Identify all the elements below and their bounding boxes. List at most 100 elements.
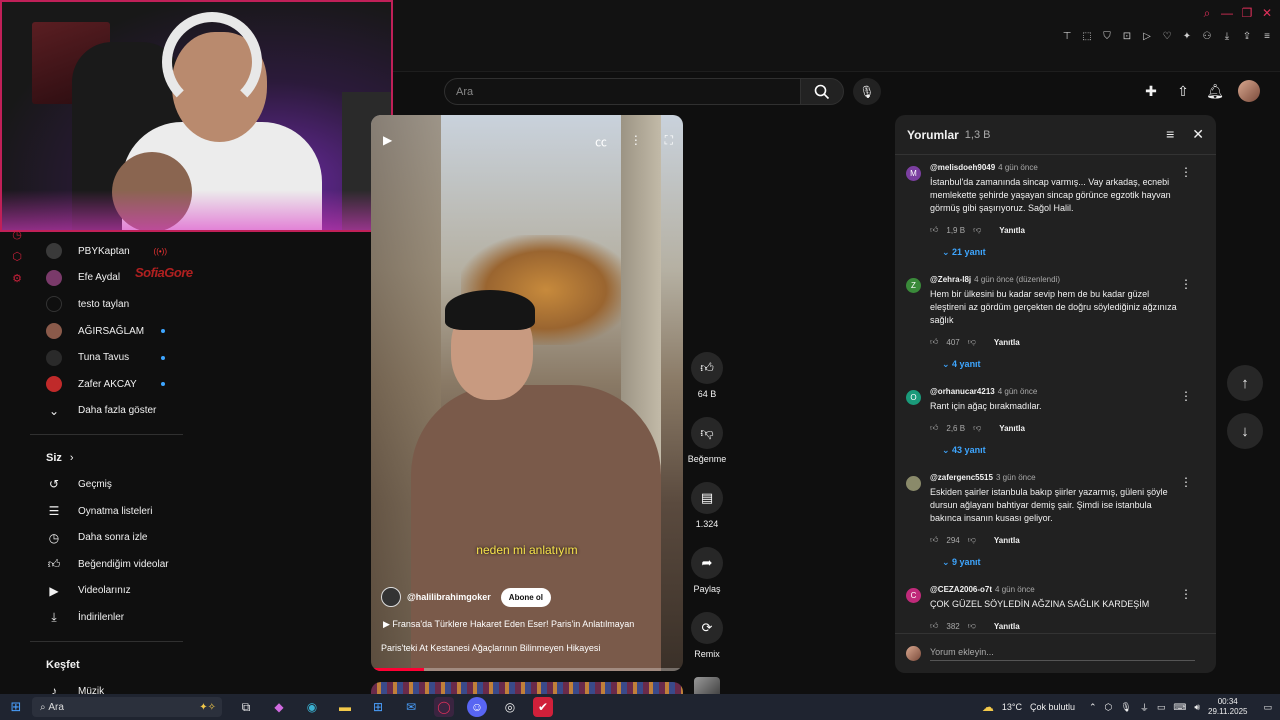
avatar[interactable]: Z — [906, 278, 921, 293]
more-icon[interactable]: ⋮ — [1180, 277, 1192, 291]
dislike-icon[interactable]: 👎︎ — [973, 423, 981, 433]
comments-list[interactable]: M @melisdoeh9049 4 gün önce İstanbul'da z… — [895, 157, 1208, 629]
channel-name[interactable]: @halilibrahimgoker — [407, 592, 491, 602]
like-icon[interactable]: 👍︎ — [930, 621, 938, 629]
dislike-icon[interactable]: 👎︎ — [968, 337, 976, 347]
comments-button[interactable]: ▤ 1.324 — [688, 482, 726, 529]
like-icon[interactable]: 👍︎ — [930, 337, 938, 347]
close-icon[interactable]: ✕ — [1260, 6, 1274, 20]
show-more-button[interactable]: ⌄ Daha fazla göster — [30, 398, 183, 425]
sidebar-sub-pbykaptan[interactable]: PBYKaptan ((•)) — [30, 238, 183, 265]
play-icon[interactable]: ▶ — [383, 133, 392, 150]
more-icon[interactable]: ⋮ — [1180, 587, 1192, 601]
replies-toggle[interactable]: ⌄ 4 yanıt — [942, 359, 1198, 371]
like-icon[interactable]: 👍︎ — [930, 423, 938, 433]
avatar[interactable] — [381, 587, 401, 607]
store-icon[interactable]: ⊞ — [368, 697, 388, 717]
add-comment-input[interactable]: Yorum ekleyin... — [930, 647, 1195, 661]
app-icon[interactable]: ✔ — [533, 697, 553, 717]
replies-toggle[interactable]: ⌄ 21 yanıt — [942, 247, 1198, 259]
share-button[interactable]: ➦ Paylaş — [688, 547, 726, 594]
sidebar-item-your-videos[interactable]: ▶ Videolarınız — [30, 578, 183, 605]
avatar[interactable]: C — [906, 588, 921, 603]
fullscreen-icon[interactable]: ⛶ — [665, 133, 673, 150]
bell-icon[interactable]: 🔔︎ — [1206, 82, 1224, 100]
notifications-icon[interactable]: ▭ — [1263, 702, 1272, 713]
previous-short-button[interactable]: ↑ — [1227, 365, 1263, 401]
comment-author[interactable]: @orhanucar4213 — [930, 387, 995, 396]
sidebar-sub-tuna-tavus[interactable]: Tuna Tavus — [30, 344, 183, 371]
mail-icon[interactable]: ✉ — [401, 697, 421, 717]
sidebar-sub-zafer-akcay[interactable]: Zafer AKCAY — [30, 371, 183, 398]
play-icon[interactable]: ▷ — [1140, 30, 1154, 44]
chevron-up-icon[interactable]: ⌃ — [1089, 702, 1097, 713]
screenshot-icon[interactable]: ⬚ — [1080, 30, 1094, 44]
close-icon[interactable]: ✕ — [1192, 126, 1204, 143]
reply-button[interactable]: Yanıtla — [994, 536, 1020, 545]
bookmark-icon[interactable]: ⊡ — [1120, 30, 1134, 44]
comment-author[interactable]: @CEZA2006-o7t — [930, 585, 992, 594]
avatar[interactable] — [906, 476, 921, 491]
captions-icon[interactable]: ㏄ — [595, 133, 607, 150]
reply-button[interactable]: Yanıtla — [999, 226, 1025, 235]
shield-icon[interactable]: ⛉ — [1100, 30, 1114, 44]
voice-search-button[interactable]: 🎙︎ — [853, 78, 881, 105]
scrollbar[interactable] — [1209, 155, 1214, 635]
search-input[interactable]: Ara — [444, 78, 801, 105]
like-icon[interactable]: 👍︎ — [930, 225, 938, 235]
comment-time[interactable]: 4 gün önce — [998, 163, 1038, 172]
sidebar-item-downloads[interactable]: ⤓ İndirilenler — [30, 604, 183, 631]
avatar[interactable] — [1238, 80, 1260, 102]
more-icon[interactable]: ⋮ — [1180, 389, 1192, 403]
opera-icon[interactable]: ◯ — [434, 697, 454, 717]
more-icon[interactable]: ⋮ — [1180, 165, 1192, 179]
comment-author[interactable]: @zafergenc5515 — [930, 473, 993, 482]
reply-button[interactable]: Yanıtla — [999, 424, 1025, 433]
windows-start-icon[interactable]: ⊞ — [0, 699, 32, 715]
tray-icon[interactable]: ⬡ — [1105, 702, 1113, 713]
clock[interactable]: 00:34 29.11.2025 — [1208, 697, 1247, 717]
extensions-icon[interactable]: ✦ — [1180, 30, 1194, 44]
dislike-button[interactable]: 👎︎ Beğenme — [688, 417, 726, 464]
progress-bar[interactable] — [371, 668, 683, 671]
shorts-icon[interactable]: ⬡ — [6, 250, 28, 272]
more-icon[interactable]: ⋮ — [1180, 475, 1192, 489]
taskbar-search[interactable]: ⌕ Ara ✦✧ — [32, 697, 222, 717]
sidebar-item-playlists[interactable]: ☰ Oynatma listeleri — [30, 498, 183, 525]
dislike-icon[interactable]: 👎︎ — [968, 535, 976, 545]
restore-icon[interactable]: ❐ — [1240, 6, 1254, 20]
weather-desc[interactable]: Çok bulutlu — [1030, 702, 1075, 712]
create-icon[interactable]: ✚ — [1142, 82, 1160, 100]
short-title-line2[interactable]: Paris'teki At Kestanesi Ağaçlarının Bili… — [381, 643, 600, 653]
remix-button[interactable]: ⟳ Remix — [688, 612, 726, 659]
upload-icon[interactable]: ⇧ — [1174, 82, 1192, 100]
more-icon[interactable]: ⋮ — [630, 133, 642, 150]
comment-time[interactable]: 4 gün önce (düzenlendi) — [974, 275, 1060, 284]
history-icon[interactable]: ◷ — [6, 228, 28, 250]
file-explorer-icon[interactable]: ▬ — [335, 697, 355, 717]
dislike-icon[interactable]: 👎︎ — [973, 225, 981, 235]
short-title-line1[interactable]: ▶ Fransa'da Türklere Hakaret Eden Eser! … — [383, 619, 634, 630]
volume-icon[interactable]: 🔊︎ — [1194, 702, 1200, 713]
download-icon[interactable]: ⤓ — [1220, 30, 1234, 44]
settings-icon[interactable]: ⚙ — [6, 272, 28, 294]
avatar[interactable]: O — [906, 390, 921, 405]
usb-icon[interactable]: ⏚ — [1140, 701, 1149, 714]
copilot-icon[interactable]: ◆ — [269, 697, 289, 717]
discord-icon[interactable]: ☺ — [467, 697, 487, 717]
comment-time[interactable]: 3 gün önce — [996, 473, 1036, 482]
comment-time[interactable]: 4 gün önce — [995, 585, 1035, 594]
subscribe-button[interactable]: Abone ol — [500, 587, 552, 607]
mic-icon[interactable]: 🎙︎ — [1120, 702, 1131, 713]
network-icon[interactable]: ⌨ — [1173, 702, 1186, 713]
sidebar-item-watch-later[interactable]: ◷ Daha sonra izle — [30, 524, 183, 551]
weather-temp[interactable]: 13°C — [1002, 702, 1022, 712]
reply-button[interactable]: Yanıtla — [994, 338, 1020, 347]
sidebar-sub-testo-taylan[interactable]: testo taylan — [30, 291, 183, 318]
comment-author[interactable]: @melisdoeh9049 — [930, 163, 995, 172]
comment-time[interactable]: 4 gün önce — [998, 387, 1038, 396]
sidebar-item-history[interactable]: ↺ Geçmiş — [30, 471, 183, 498]
reply-button[interactable]: Yanıtla — [994, 622, 1020, 630]
comment-author[interactable]: @Zehra-l8j — [930, 275, 971, 284]
search-button[interactable] — [800, 78, 844, 105]
